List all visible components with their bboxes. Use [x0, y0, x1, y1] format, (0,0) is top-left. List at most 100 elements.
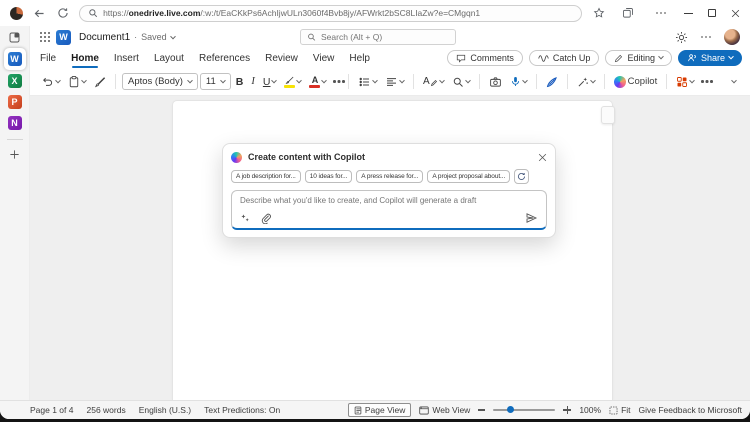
suggestion-chip[interactable]: A press release for...: [356, 170, 424, 183]
browser-toolbar: https://onedrive.live.com/:w:/t/EaCKkPs6…: [0, 0, 750, 26]
paste-button[interactable]: [65, 73, 89, 90]
styles-icon: A: [423, 76, 438, 87]
web-view-button[interactable]: Web View: [419, 405, 470, 415]
browser-profile-avatar[interactable]: [10, 6, 23, 20]
ribbon-tab-bar: File Home Insert Layout References Revie…: [30, 48, 750, 68]
font-name-select[interactable]: Aptos (Body): [122, 73, 198, 90]
collections-icon[interactable]: [620, 5, 636, 21]
language-indicator[interactable]: English (U.S.): [139, 405, 191, 415]
tab-insert[interactable]: Insert: [114, 51, 139, 66]
align-button[interactable]: [382, 74, 407, 90]
suggestion-chip[interactable]: 10 ideas for...: [304, 170, 353, 183]
format-painter-button[interactable]: [91, 74, 109, 90]
document-title-group[interactable]: Document1 · Saved: [79, 31, 176, 43]
rail-item-word[interactable]: W: [3, 48, 26, 70]
zoom-level[interactable]: 100%: [579, 405, 601, 415]
zoom-slider[interactable]: [493, 406, 556, 413]
fit-button[interactable]: Fit: [609, 405, 631, 415]
font-color-button[interactable]: A: [306, 74, 329, 90]
search-input[interactable]: [321, 32, 449, 42]
settings-gear-icon[interactable]: [675, 31, 688, 44]
attach-paperclip-icon[interactable]: [260, 213, 271, 224]
highlight-button[interactable]: [281, 74, 304, 90]
more-font-options-icon[interactable]: [333, 80, 336, 83]
zoom-slider-thumb[interactable]: [506, 406, 514, 413]
underline-button[interactable]: U: [260, 75, 280, 89]
zoom-in-icon[interactable]: [563, 406, 572, 414]
rail-add-icon[interactable]: [9, 149, 20, 160]
comment-hint-tab[interactable]: [601, 106, 615, 124]
copilot-prompt-input[interactable]: [240, 196, 538, 212]
tab-help[interactable]: Help: [349, 51, 370, 66]
fit-icon: [609, 406, 618, 414]
highlighter-icon: [284, 76, 296, 88]
font-color-icon: A: [309, 75, 321, 88]
tab-file[interactable]: File: [40, 51, 56, 66]
zoom-out-icon[interactable]: [478, 409, 486, 411]
header-more-icon[interactable]: [701, 36, 703, 38]
chevron-down-icon: [728, 53, 734, 60]
dictate-button[interactable]: [507, 73, 530, 90]
feedback-link[interactable]: Give Feedback to Microsoft: [639, 405, 742, 415]
refresh-icon[interactable]: [56, 5, 71, 21]
tab-references[interactable]: References: [199, 51, 250, 66]
user-avatar[interactable]: [724, 29, 740, 45]
search-box[interactable]: [300, 29, 456, 45]
minimize-icon[interactable]: [684, 12, 693, 14]
comments-button[interactable]: Comments: [447, 50, 523, 66]
copilot-dialog-title: Create content with Copilot: [248, 152, 365, 162]
suggestion-chip[interactable]: A job description for...: [231, 170, 301, 183]
font-size-select[interactable]: 11: [199, 73, 231, 90]
copilot-button[interactable]: Copilot: [611, 74, 661, 90]
copilot-prompt-box[interactable]: [231, 190, 547, 230]
tab-home[interactable]: Home: [71, 51, 99, 68]
autoformat-button[interactable]: [574, 74, 598, 90]
url-text: https://onedrive.live.com/:w:/t/EaCKkPs6…: [103, 8, 481, 18]
copilot-dialog: Create content with Copilot A job descri…: [222, 143, 556, 238]
screenshot-button[interactable]: [486, 74, 505, 90]
app-launcher-icon[interactable]: [40, 32, 42, 34]
find-button[interactable]: [449, 74, 473, 90]
address-bar[interactable]: https://onedrive.live.com/:w:/t/EaCKkPs6…: [79, 4, 582, 22]
ribbon-toolbar: Aptos (Body) 11 B I U A A Copilot: [30, 68, 750, 96]
refresh-suggestions-button[interactable]: [514, 169, 530, 184]
m365-home-icon[interactable]: [8, 31, 21, 44]
share-button[interactable]: Share: [677, 50, 742, 66]
ribbon-collapse-icon[interactable]: [731, 77, 737, 83]
rail-item-powerpoint[interactable]: P: [7, 95, 22, 109]
bold-button[interactable]: B: [233, 75, 247, 89]
close-dialog-icon[interactable]: [538, 153, 547, 162]
text-predictions-toggle[interactable]: Text Predictions: On: [204, 405, 280, 415]
italic-button[interactable]: I: [248, 75, 258, 89]
close-window-icon[interactable]: [731, 9, 740, 18]
tab-view[interactable]: View: [313, 51, 335, 66]
editor-button[interactable]: [543, 74, 561, 90]
ribbon-more-icon[interactable]: [701, 80, 704, 83]
catch-up-button[interactable]: Catch Up: [528, 50, 600, 66]
add-ins-button[interactable]: [673, 74, 697, 90]
bullets-button[interactable]: [355, 74, 380, 90]
magic-wand-icon: [578, 77, 588, 86]
chevron-down-icon: [296, 77, 303, 83]
save-separator: ·: [134, 31, 138, 42]
chevron-down-icon: [81, 77, 87, 83]
editing-mode-button[interactable]: Editing: [605, 50, 672, 66]
send-icon[interactable]: [525, 212, 538, 224]
word-count[interactable]: 256 words: [86, 405, 125, 415]
favorites-star-icon[interactable]: [591, 5, 607, 21]
page-view-button[interactable]: Page View: [347, 403, 412, 417]
rail-item-excel[interactable]: X: [7, 74, 22, 88]
page-indicator[interactable]: Page 1 of 4: [30, 405, 73, 415]
tab-review[interactable]: Review: [265, 51, 298, 66]
sparkle-icon[interactable]: [240, 213, 251, 224]
tab-layout[interactable]: Layout: [154, 51, 184, 66]
word-logo-icon[interactable]: W: [56, 29, 71, 45]
browser-more-icon[interactable]: [649, 5, 665, 21]
maximize-icon[interactable]: [708, 9, 716, 17]
undo-button[interactable]: [38, 74, 63, 90]
back-icon[interactable]: [32, 5, 47, 21]
styles-button[interactable]: A: [420, 74, 447, 89]
rail-item-onenote[interactable]: N: [7, 116, 22, 130]
document-canvas: [30, 96, 750, 400]
suggestion-chip[interactable]: A project proposal about...: [427, 170, 511, 183]
